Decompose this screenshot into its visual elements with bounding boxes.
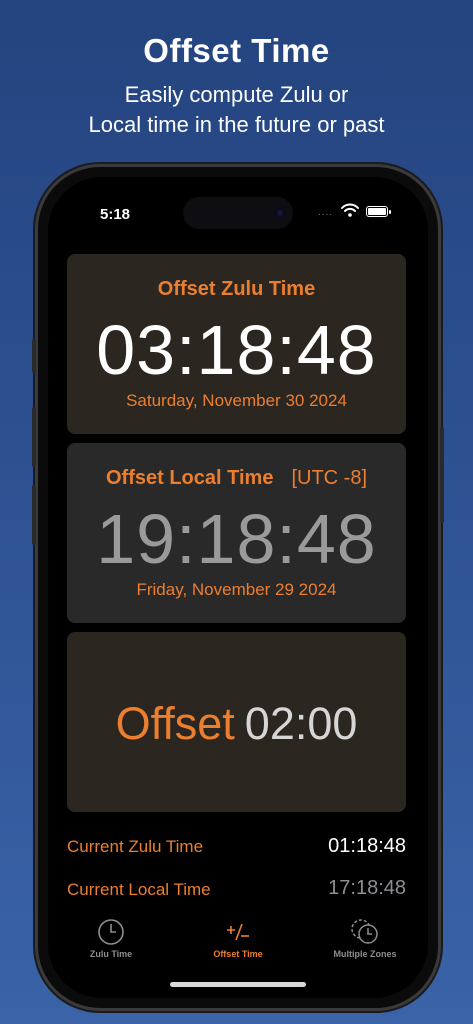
promo-subtitle-line-1: Easily compute Zulu or xyxy=(124,82,349,107)
offset-local-title: Offset Local Time xyxy=(105,467,274,489)
clock-icon xyxy=(98,919,124,945)
current-zulu-value: 01:18:48 xyxy=(328,835,406,857)
volume-down-button xyxy=(32,485,36,545)
wifi-icon xyxy=(341,203,359,217)
offset-picker-card[interactable]: Offset 02:00 xyxy=(67,632,406,812)
offset-zulu-date: Saturday, November 30 2024 xyxy=(126,391,347,410)
status-time: 5:18 xyxy=(100,206,131,223)
current-local-value: 17:18:48 xyxy=(328,877,406,899)
offset-row[interactable]: Offset 02:00 xyxy=(67,698,406,750)
offset-local-date: Friday, November 29 2024 xyxy=(136,580,337,599)
offset-local-time: 19:18:48 xyxy=(96,500,377,578)
tab-zulu-time[interactable]: Zulu Time xyxy=(48,917,174,959)
promo-title: Offset Time xyxy=(143,32,330,69)
multiple-clocks-icon xyxy=(351,919,378,944)
signal-icon: .... xyxy=(318,207,334,218)
tab-bar: Zulu Time Offset Time Multiple Zones xyxy=(48,917,428,977)
tab-multiple-zones[interactable]: Multiple Zones xyxy=(302,917,428,959)
home-indicator[interactable] xyxy=(170,982,306,987)
battery-icon xyxy=(366,206,391,217)
phone-frame: 5:18 .... Offset Zulu Time 03:18:48 Satu… xyxy=(32,167,444,1008)
tab-offset-time[interactable]: Offset Time xyxy=(175,917,301,959)
tab-multiple-zones-label: Multiple Zones xyxy=(333,949,397,959)
camera-icon xyxy=(274,207,286,219)
action-button xyxy=(32,339,36,373)
offset-label: Offset xyxy=(115,698,235,749)
offset-local-card: Offset Local Time [UTC -8] 19:18:48 Frida… xyxy=(67,443,406,623)
offset-zulu-time: 03:18:48 xyxy=(96,311,377,389)
volume-up-button xyxy=(32,407,36,467)
utc-offset-label: [UTC -8] xyxy=(291,467,367,489)
offset-zulu-title: Offset Zulu Time xyxy=(157,278,316,300)
current-local-label: Current Local Time xyxy=(67,880,211,899)
power-button xyxy=(440,427,444,523)
battery-fill xyxy=(368,208,386,215)
promo-subtitle: Easily compute Zulu or Local time in the… xyxy=(0,80,473,140)
tab-zulu-time-label: Zulu Time xyxy=(89,949,133,959)
current-zulu-label: Current Zulu Time xyxy=(67,837,204,856)
offset-local-title-row: Offset Local Time [UTC -8] xyxy=(67,467,406,490)
promo-subtitle-line-2: Local time in the future or past xyxy=(88,112,385,137)
offset-zulu-card: Offset Zulu Time 03:18:48 Saturday, Nove… xyxy=(67,254,406,434)
plus-minus-icon xyxy=(227,923,249,941)
offset-value[interactable]: 02:00 xyxy=(245,698,358,749)
tab-offset-time-label: Offset Time xyxy=(213,949,263,959)
phone-screen: 5:18 .... Offset Zulu Time 03:18:48 Satu… xyxy=(48,177,428,998)
